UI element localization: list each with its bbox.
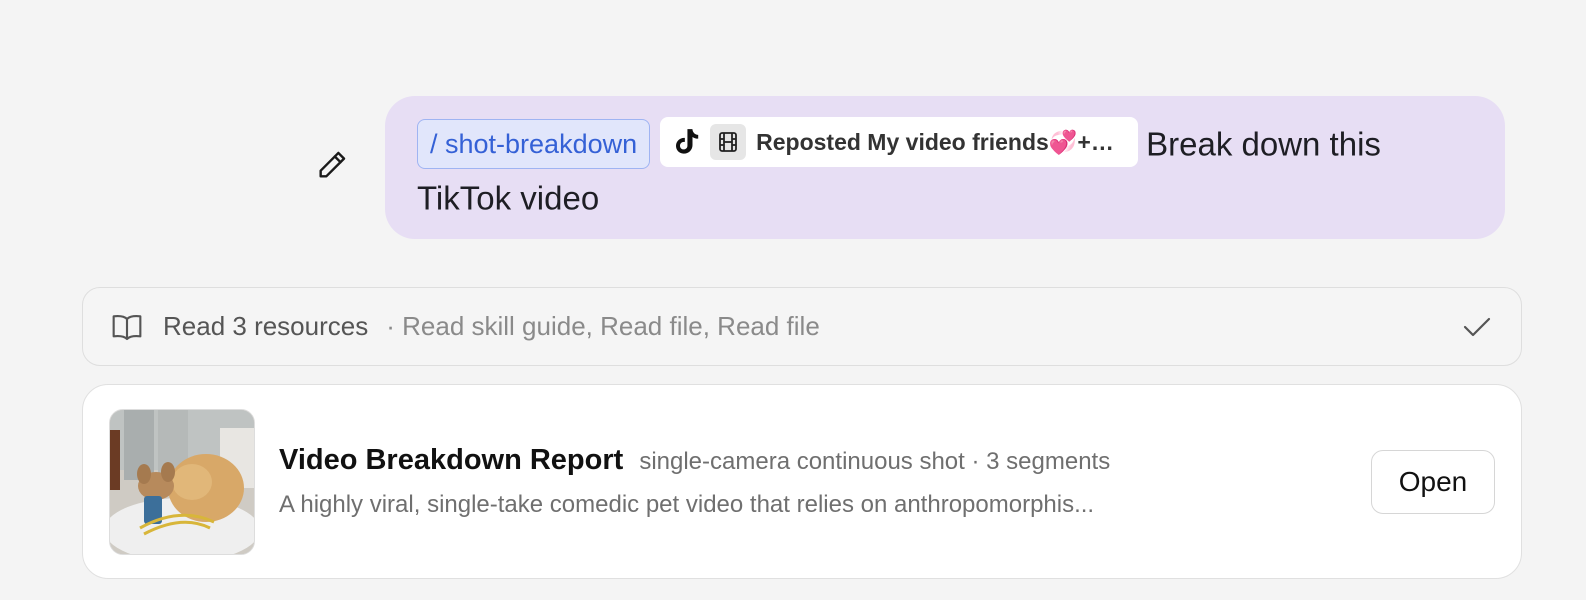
attachment-chip[interactable]: Reposted My video friends💞+vie... (660, 117, 1139, 168)
film-icon (710, 124, 747, 161)
command-chip[interactable]: / shot-breakdown (417, 119, 651, 170)
user-message-bubble: / shot-breakdown Reposted My video friend… (385, 96, 1505, 239)
report-summary: A highly viral, single-take comedic pet … (279, 491, 1095, 518)
edit-message-button[interactable] (314, 147, 350, 183)
check-icon (1461, 311, 1493, 343)
video-thumbnail[interactable] (109, 408, 255, 555)
resources-title: Read 3 resources (163, 311, 369, 341)
attachment-name: Reposted My video friends💞+vie... (756, 129, 1123, 156)
resources-summary[interactable]: Read 3 resources · Read skill guide, Rea… (82, 287, 1522, 366)
tiktok-icon (672, 127, 702, 157)
resources-detail: · Read skill guide, Read file, Read file (386, 311, 820, 341)
report-meta: single-camera continuous shot · 3 segmen… (639, 448, 1111, 475)
book-open-icon (111, 311, 143, 343)
pencil-icon (319, 151, 346, 178)
open-button[interactable]: Open (1371, 449, 1495, 514)
report-title: Video Breakdown Report (279, 444, 624, 476)
report-card: Video Breakdown Report single-camera con… (82, 384, 1522, 579)
